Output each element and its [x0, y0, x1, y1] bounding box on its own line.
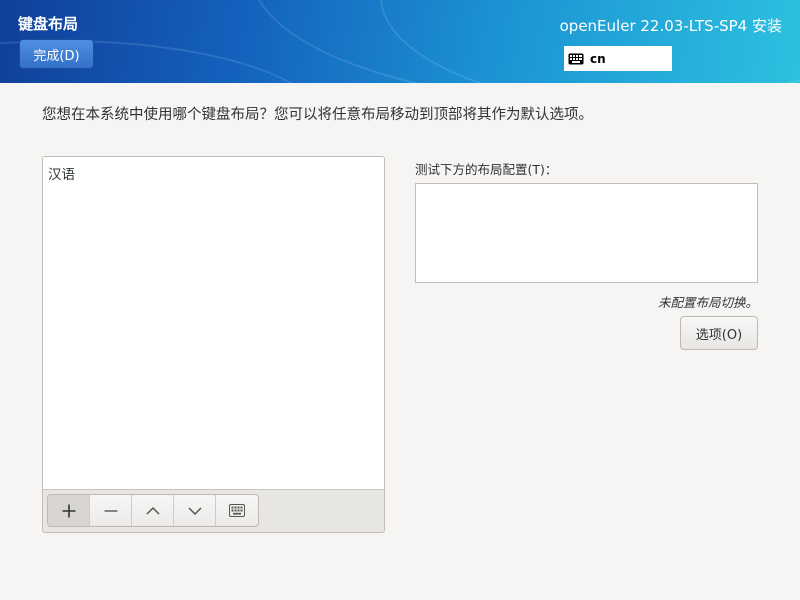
chevron-up-icon — [145, 506, 160, 515]
done-button[interactable]: 完成(D) — [19, 39, 94, 69]
move-down-button[interactable] — [174, 495, 216, 526]
layout-switch-note: 未配置布局切换。 — [657, 295, 758, 310]
minus-icon — [104, 509, 117, 512]
header-banner: 键盘布局 完成(D) openEuler 22.03-LTS-SP4 安装 cn — [0, 0, 800, 83]
layout-description: 您想在本系统中使用哪个键盘布局？您可以将任意布局移动到顶部将其作为默认选项。 — [42, 107, 593, 123]
layout-panel: 汉语 — [42, 156, 385, 533]
test-layout-input[interactable] — [415, 183, 758, 283]
keyboard-layout-indicator[interactable]: cn — [564, 46, 672, 71]
plus-icon — [62, 504, 75, 517]
keyboard-icon — [568, 53, 584, 64]
layout-toolbar — [47, 494, 259, 527]
keyboard-icon — [229, 504, 245, 517]
keyboard-layout-code: cn — [590, 51, 606, 66]
test-layout-label: 测试下方的布局配置(T)： — [415, 162, 558, 177]
layout-item[interactable]: 汉语 — [48, 163, 75, 183]
add-layout-button[interactable] — [48, 495, 90, 526]
move-up-button[interactable] — [132, 495, 174, 526]
chevron-down-icon — [187, 506, 202, 515]
preview-layout-button[interactable] — [216, 495, 258, 526]
options-button[interactable]: 选项(O) — [680, 316, 758, 350]
remove-layout-button[interactable] — [90, 495, 132, 526]
product-title: openEuler 22.03-LTS-SP4 安装 — [559, 17, 782, 35]
layout-list[interactable]: 汉语 — [43, 157, 384, 490]
page-title: 键盘布局 — [18, 15, 79, 33]
